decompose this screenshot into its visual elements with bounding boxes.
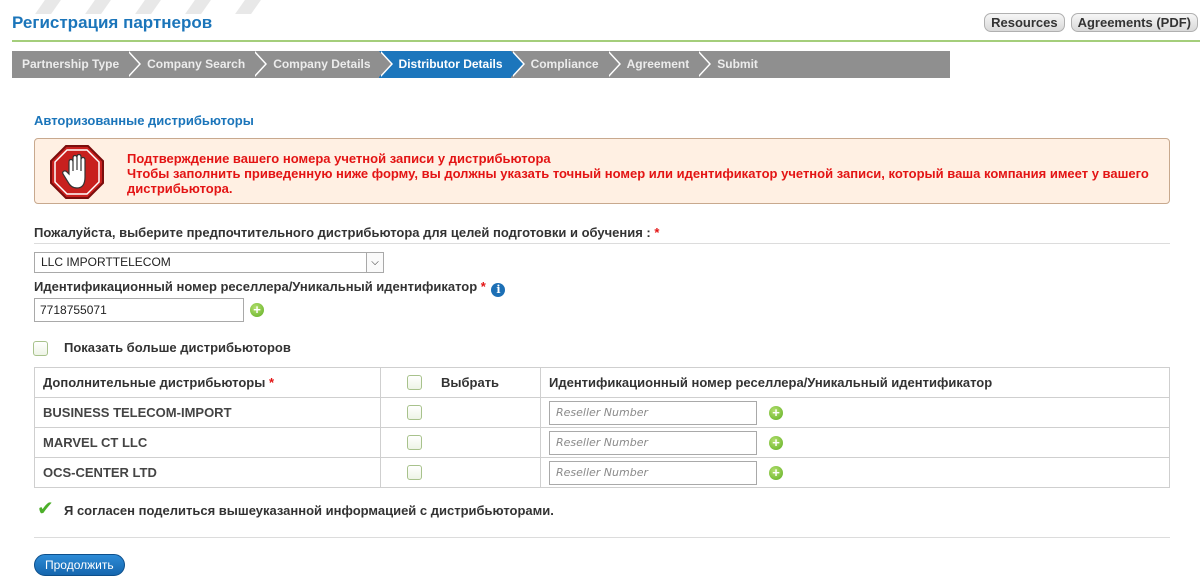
show-more-label: Показать больше дистрибьюторов xyxy=(64,340,291,355)
add-icon[interactable]: + xyxy=(250,303,264,317)
add-icon[interactable]: + xyxy=(769,406,783,420)
reseller-id-input[interactable]: 7718755071 xyxy=(34,298,244,322)
row-checkbox[interactable] xyxy=(407,435,422,450)
distributor-name: OCS-CENTER LTD xyxy=(34,457,381,488)
table-header-row: Дополнительные дистрибьюторы * Выбрать И… xyxy=(34,367,1170,398)
select-cell xyxy=(380,397,541,428)
wizard-step-label: Company Details xyxy=(273,57,371,71)
wizard-step-company-details[interactable]: Company Details xyxy=(253,51,393,78)
reseller-id-label-text: Идентификационный номер реселлера/Уникал… xyxy=(34,279,478,294)
alert-message: Подтверждение вашего номера учетной запи… xyxy=(127,151,1159,196)
wizard-step-label: Submit xyxy=(717,57,758,71)
alert-body: Чтобы заполнить приведенную ниже форму, … xyxy=(127,166,1149,196)
reseller-number-input[interactable]: Reseller Number xyxy=(549,461,757,485)
preferred-distributor-label: Пожалуйста, выберите предпочтительного д… xyxy=(34,225,659,240)
distributors-table: Дополнительные дистрибьюторы * Выбрать И… xyxy=(34,367,1170,488)
page-header: Регистрация партнеров Resources Agreemen… xyxy=(12,10,1200,42)
show-more-checkbox[interactable] xyxy=(33,341,48,356)
alert-box: Подтверждение вашего номера учетной запи… xyxy=(34,138,1170,204)
section-title: Авторизованные дистрибьюторы xyxy=(34,113,254,128)
required-mark: * xyxy=(654,225,660,240)
select-cell xyxy=(380,457,541,488)
table-row: MARVEL CT LLC Reseller Number + xyxy=(34,427,1170,458)
distributor-name: MARVEL CT LLC xyxy=(34,427,381,458)
select-cell xyxy=(380,427,541,458)
info-icon[interactable]: i xyxy=(491,283,506,297)
column-header-select: Выбрать xyxy=(380,367,541,398)
add-icon[interactable]: + xyxy=(769,466,783,480)
row-checkbox[interactable] xyxy=(407,405,422,420)
row-checkbox[interactable] xyxy=(407,465,422,480)
preferred-distributor-label-text: Пожалуйста, выберите предпочтительного д… xyxy=(34,225,651,240)
page-title: Регистрация партнеров xyxy=(12,13,213,32)
alert-title: Подтверждение вашего номера учетной запи… xyxy=(127,151,551,166)
wizard-step-label: Compliance xyxy=(530,57,599,71)
checkmark-icon[interactable]: ✔ xyxy=(37,499,54,519)
reseller-cell: Reseller Number + xyxy=(540,397,1170,428)
wizard-step-compliance[interactable]: Compliance xyxy=(511,51,621,78)
reseller-cell: Reseller Number + xyxy=(540,457,1170,488)
agree-label: Я согласен поделиться вышеуказанной инфо… xyxy=(64,503,554,518)
wizard-step-label: Company Search xyxy=(147,57,246,71)
resources-button[interactable]: Resources xyxy=(984,13,1065,32)
divider xyxy=(34,243,1170,244)
column-header-distributors: Дополнительные дистрибьюторы * xyxy=(34,367,381,398)
required-mark: * xyxy=(480,279,486,294)
chevron-down-icon[interactable]: ⌵ xyxy=(366,253,383,272)
reseller-id-label: Идентификационный номер реселлера/Уникал… xyxy=(34,279,506,297)
preferred-distributor-value: LLC IMPORTTELECOM xyxy=(41,255,171,269)
wizard-step-label: Agreement xyxy=(626,57,690,71)
required-mark: * xyxy=(268,375,275,390)
continue-button[interactable]: Продолжить xyxy=(34,554,125,576)
wizard-step-partnership-type[interactable]: Partnership Type xyxy=(12,51,142,78)
reseller-number-input[interactable]: Reseller Number xyxy=(549,431,757,455)
wizard-step-distributor-details[interactable]: Distributor Details xyxy=(376,51,525,78)
stop-hand-icon xyxy=(50,145,104,199)
column-header-text: Выбрать xyxy=(441,375,500,390)
column-header-reseller: Идентификационный номер реселлера/Уникал… xyxy=(540,367,1170,398)
table-row: BUSINESS TELECOM-IMPORT Reseller Number … xyxy=(34,397,1170,428)
reseller-cell: Reseller Number + xyxy=(540,427,1170,458)
wizard-step-label: Distributor Details xyxy=(398,57,503,71)
divider xyxy=(34,537,1170,538)
add-icon[interactable]: + xyxy=(769,436,783,450)
table-row: OCS-CENTER LTD Reseller Number + xyxy=(34,457,1170,488)
wizard-steps: Partnership Type Company Search Company … xyxy=(12,51,950,78)
distributor-name: BUSINESS TELECOM-IMPORT xyxy=(34,397,381,428)
column-header-text: Дополнительные дистрибьюторы xyxy=(43,375,266,390)
reseller-number-input[interactable]: Reseller Number xyxy=(549,401,757,425)
preferred-distributor-select[interactable]: LLC IMPORTTELECOM ⌵ xyxy=(34,252,384,273)
wizard-step-label: Partnership Type xyxy=(22,57,120,71)
agreements-pdf-button[interactable]: Agreements (PDF) xyxy=(1070,13,1198,32)
header-buttons: Resources Agreements (PDF) xyxy=(984,13,1198,32)
wizard-step-company-search[interactable]: Company Search xyxy=(127,51,268,78)
select-all-checkbox[interactable] xyxy=(407,375,422,390)
